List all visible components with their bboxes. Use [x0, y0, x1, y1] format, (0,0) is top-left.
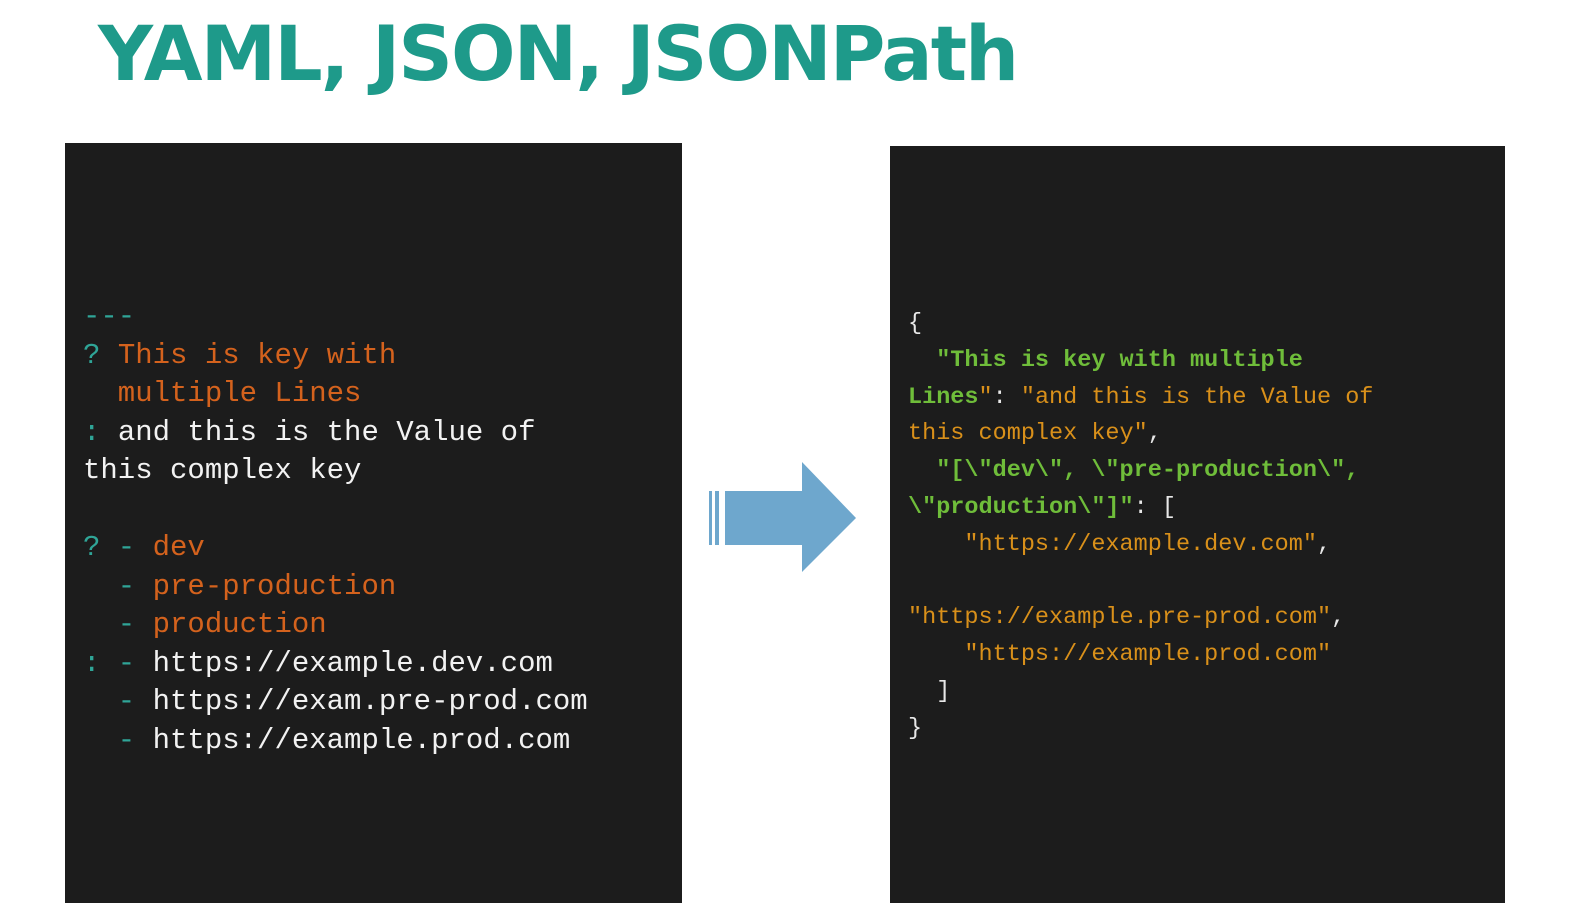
yaml-token-txt: https://example.dev.com	[152, 646, 553, 680]
yaml-code-line: : - https://example.dev.com	[83, 645, 588, 684]
yaml-code-panel: ---? This is key with multiple Lines: an…	[65, 143, 682, 903]
yaml-token-txt: and this is the Value of	[117, 415, 536, 449]
yaml-token-ind: -	[83, 723, 153, 757]
yaml-code-line	[83, 491, 588, 530]
yaml-code-line: this complex key	[83, 452, 588, 491]
yaml-token-txt: https://exam.pre-prod.com	[152, 685, 588, 718]
yaml-code-line: - https://example.prod.com	[83, 722, 588, 761]
yaml-token-ind: -	[83, 608, 153, 641]
arrow-stripe	[715, 491, 719, 545]
json-code-panel: { "This is key with multiple Lines": "and…	[890, 146, 1505, 903]
json-code-line: ]	[908, 674, 1373, 711]
yaml-token-txt: https://example.prod.com	[152, 723, 571, 757]
json-code-line: }	[908, 711, 1373, 748]
yaml-token-key: dev	[152, 531, 205, 564]
json-code-block: { "This is key with multiple Lines": "and…	[908, 306, 1373, 748]
json-token-pun: ,	[1147, 420, 1162, 448]
json-token-pun: ]	[908, 677, 951, 705]
yaml-code-line: ? This is key with	[83, 337, 588, 376]
json-token-str: this complex key"	[908, 420, 1148, 448]
json-code-line	[908, 564, 1373, 601]
json-code-line: \"production\"]": [	[908, 490, 1373, 527]
json-code-line: Lines": "and this is the Value of	[908, 380, 1373, 417]
yaml-token-ind: -	[83, 569, 153, 603]
json-code-line: "https://example.pre-prod.com",	[908, 600, 1373, 637]
yaml-code-line: - pre-production	[83, 568, 588, 607]
yaml-token-ind: ? -	[83, 531, 153, 564]
yaml-token-ind: : -	[83, 646, 153, 680]
yaml-code-line: : and this is the Value of	[83, 414, 588, 453]
json-token-pun: :	[992, 383, 1021, 411]
json-code-line: "https://example.prod.com"	[908, 637, 1373, 674]
yaml-token-ind: ?	[83, 338, 118, 372]
yaml-token-key: pre-production	[152, 569, 397, 603]
arrow-stripe	[709, 491, 712, 545]
json-token-pun: }	[908, 714, 923, 742]
json-token-key: "[\"dev\", \"pre-production\",	[908, 457, 1360, 485]
yaml-code-line: multiple Lines	[83, 375, 588, 414]
json-token-str: "https://example.prod.com"	[908, 641, 1332, 669]
json-token-pun: {	[908, 310, 923, 337]
json-token-key: \"production\"]"	[908, 493, 1134, 521]
yaml-token-key: production	[152, 608, 327, 641]
json-token-pun: ,	[1316, 530, 1332, 558]
yaml-token-key: multiple Lines	[83, 377, 362, 410]
yaml-code-line: - https://exam.pre-prod.com	[83, 683, 588, 722]
yaml-token-txt: this complex key	[83, 454, 362, 487]
json-code-line: {	[908, 306, 1373, 343]
json-token-str: "and this is the Value of	[1020, 383, 1374, 411]
json-token-key: Lines	[908, 383, 979, 411]
yaml-token-ind: -	[83, 685, 153, 718]
yaml-token-ind: :	[83, 415, 118, 449]
slide-title: YAML, JSON, JSONPath	[98, 9, 1019, 98]
yaml-token-ind: ---	[83, 300, 136, 333]
json-code-line: "This is key with multiple	[908, 343, 1373, 380]
json-token-str: "https://example.dev.com"	[908, 530, 1317, 558]
json-code-line: "https://example.dev.com",	[908, 527, 1373, 564]
json-token-key: "This is key with multiple	[908, 346, 1303, 374]
json-token-str: "	[978, 383, 993, 411]
json-code-line: this complex key",	[908, 416, 1373, 453]
yaml-code-line: - production	[83, 606, 588, 645]
json-token-str: "https://example.pre-prod.com"	[908, 604, 1332, 632]
json-token-pun: : [	[1133, 493, 1176, 521]
yaml-token-key: This is key with	[117, 338, 397, 372]
right-arrow-icon	[709, 462, 856, 572]
yaml-code-line: ---	[83, 298, 588, 337]
arrow-body	[725, 462, 856, 572]
json-token-pun: ,	[1331, 604, 1346, 632]
json-code-line: "[\"dev\", \"pre-production\",	[908, 453, 1373, 490]
yaml-code-block: ---? This is key with multiple Lines: an…	[83, 298, 588, 760]
yaml-code-line: ? - dev	[83, 529, 588, 568]
